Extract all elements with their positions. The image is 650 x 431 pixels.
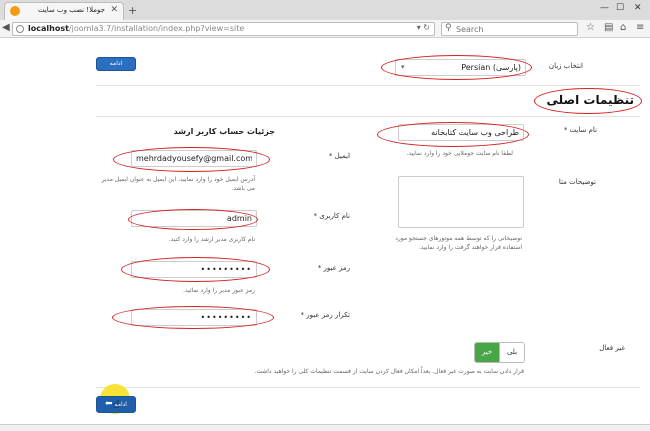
username-input[interactable] xyxy=(131,210,257,227)
language-label: انتخاب زبان xyxy=(548,62,583,70)
password-label: رمز عبور * xyxy=(317,264,350,272)
admin-details-heading: جزئیات حساب کاربر ارشد xyxy=(173,127,275,136)
browser-nav-bar: ◀ localhost/joomla3.7/installation/index… xyxy=(0,20,650,38)
offline-yes-option[interactable]: بلی xyxy=(499,343,524,362)
hand-cursor-icon: ☝ xyxy=(113,398,120,411)
status-bar xyxy=(0,424,650,431)
username-label: نام کاربری * xyxy=(313,212,350,220)
language-select[interactable]: ▾ Persian (پارسی) xyxy=(395,59,526,76)
password-help: رمز عبور مدیر را وارد نمائید. xyxy=(183,287,255,294)
tab-title: جوملا! نصب وب سایت xyxy=(37,6,105,14)
new-tab-button[interactable]: + xyxy=(128,4,137,17)
maximize-icon[interactable]: ☐ xyxy=(616,3,624,13)
bookmark-star-icon[interactable]: ☆ xyxy=(586,22,595,33)
divider xyxy=(96,116,640,117)
meta-description-help: توضیحاتی را که توسط همه موتورهای جستجو م… xyxy=(395,235,522,251)
search-input[interactable] xyxy=(456,24,574,35)
clipboard-icon[interactable]: ▤ xyxy=(604,22,613,33)
joomla-favicon-icon xyxy=(10,6,20,16)
globe-icon xyxy=(16,25,24,33)
language-selected-value: Persian (پارسی) xyxy=(461,63,521,72)
divider xyxy=(96,85,640,86)
back-icon[interactable]: ◀ xyxy=(2,22,10,33)
section-title: تنظیمات اصلی xyxy=(546,93,634,107)
browser-tab-bar: جوملا! نصب وب سایت ✕ + — ☐ ✕ xyxy=(0,0,650,20)
meta-description-textarea[interactable] xyxy=(398,176,524,228)
offline-no-option[interactable]: خیر xyxy=(475,343,499,362)
site-name-help: لطفا نام سایت جوملایی خود را وارد نمایید… xyxy=(406,150,513,157)
email-label: ایمیل * xyxy=(328,152,350,160)
search-box[interactable]: ⚲ xyxy=(441,22,578,36)
home-icon[interactable]: ⌂ xyxy=(620,22,626,33)
menu-icon[interactable]: ≡ xyxy=(636,22,644,33)
site-name-input[interactable] xyxy=(398,124,524,141)
arrow-left-icon: ⬅ xyxy=(105,399,113,409)
browser-tab[interactable]: جوملا! نصب وب سایت ✕ xyxy=(4,2,124,20)
minimize-icon[interactable]: — xyxy=(600,3,609,13)
confirm-password-input[interactable] xyxy=(131,309,257,326)
next-button-top[interactable]: ادامه xyxy=(96,57,136,71)
search-icon: ⚲ xyxy=(445,23,452,33)
site-offline-help: قرار دادن سایت به صورت غیر فعال. بعداً ا… xyxy=(254,368,524,375)
meta-description-label: توضیحات متا xyxy=(558,178,596,186)
url-dropdown-icon[interactable]: ▾ ↻ xyxy=(417,23,430,32)
next-button-label: ادامه xyxy=(109,60,123,67)
close-window-icon[interactable]: ✕ xyxy=(634,3,642,13)
divider xyxy=(96,387,640,388)
password-input[interactable] xyxy=(131,261,257,278)
username-help: نام کاربری مدیر ارشد را وارد کنید. xyxy=(168,236,255,243)
close-tab-icon[interactable]: ✕ xyxy=(110,5,118,15)
installation-page: انتخاب زبان ▾ Persian (پارسی) ادامه تنظی… xyxy=(0,38,650,431)
site-name-label: نام سایت * xyxy=(563,126,597,134)
confirm-password-label: تکرار رمز عبور * xyxy=(300,311,350,319)
site-offline-label: غیر فعال xyxy=(599,344,625,352)
chevron-down-icon: ▾ xyxy=(401,63,405,71)
email-input[interactable] xyxy=(131,150,257,167)
site-offline-toggle[interactable]: بلی خیر xyxy=(474,342,525,363)
url-text: localhost/joomla3.7/installation/index.p… xyxy=(28,24,245,33)
address-bar[interactable]: localhost/joomla3.7/installation/index.p… xyxy=(12,22,435,36)
email-help: آدرس ایمیل خود را وارد نمایید، این ایمیل… xyxy=(101,176,255,192)
